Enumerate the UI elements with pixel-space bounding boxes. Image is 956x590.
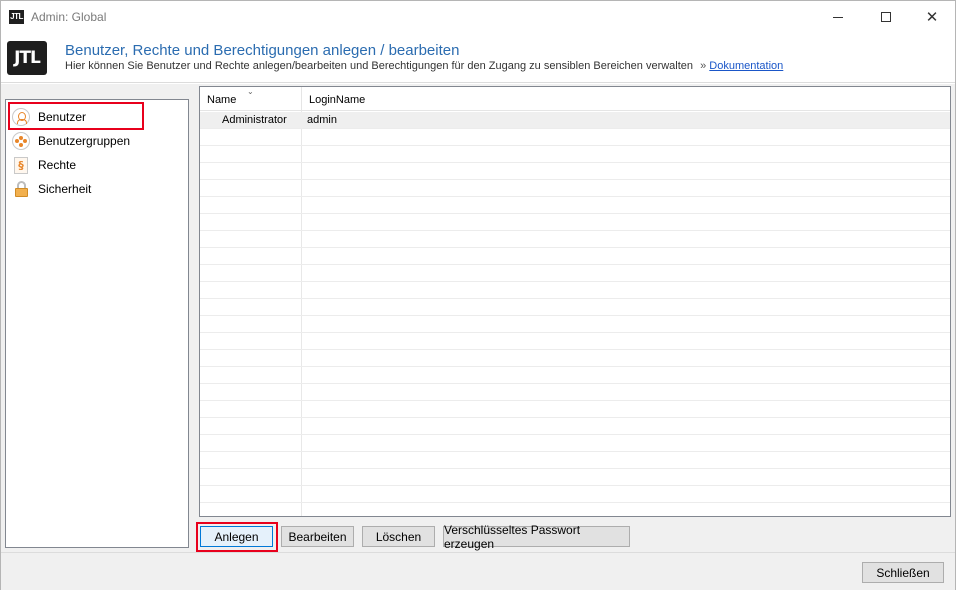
page-subtitle: Hier können Sie Benutzer und Rechte anle… (65, 60, 783, 72)
jtl-logo: JTL (7, 41, 47, 75)
user-icon (12, 108, 30, 126)
cell-name: Administrator (222, 114, 287, 126)
sidebar-item-sicherheit[interactable]: Sicherheit (12, 179, 182, 199)
window-title: Admin: Global (31, 10, 107, 24)
sort-indicator-icon: ⌄ (247, 87, 254, 96)
column-header-label: LoginName (309, 94, 366, 106)
empty-row (200, 367, 950, 384)
empty-row (200, 282, 950, 299)
title-bar[interactable]: JTL Admin: Global ✕ (1, 1, 955, 33)
close-window-button[interactable]: ✕ (909, 1, 955, 33)
link-prefix: » (700, 60, 707, 72)
empty-row (200, 231, 950, 248)
content-area: Benutzer Benutzergruppen § Rechte Sicher… (1, 84, 955, 552)
empty-row (200, 197, 950, 214)
empty-row (200, 384, 950, 401)
edit-button[interactable]: Bearbeiten (281, 526, 354, 547)
app-logo-icon: JTL (9, 10, 24, 24)
minimize-icon (833, 16, 843, 18)
empty-row (200, 452, 950, 469)
empty-row (200, 350, 950, 367)
sidebar-item-label: Rechte (38, 158, 77, 172)
maximize-button[interactable] (863, 1, 909, 33)
delete-button[interactable]: Löschen (362, 526, 435, 547)
table-row[interactable]: Administrator admin (200, 112, 950, 129)
empty-row (200, 486, 950, 503)
lock-icon (12, 180, 30, 198)
empty-row (200, 299, 950, 316)
empty-row (200, 469, 950, 486)
documentation-link[interactable]: Dokumentation (709, 60, 783, 72)
sidebar-item-benutzergruppen[interactable]: Benutzergruppen (12, 131, 182, 151)
paragraph-icon: § (12, 156, 30, 174)
table-body: Administrator admin (200, 112, 950, 516)
subtitle-text: Hier können Sie Benutzer und Rechte anle… (65, 60, 694, 72)
sidebar-item-label: Benutzergruppen (38, 134, 131, 148)
empty-row (200, 265, 950, 282)
column-header-name[interactable]: ⌄ Name (200, 87, 302, 111)
empty-row (200, 129, 950, 146)
table-header: ⌄ Name LoginName (200, 87, 950, 111)
sidebar-item-rechte[interactable]: § Rechte (12, 155, 182, 175)
generate-password-button[interactable]: Verschlüsseltes Passwort erzeugen (443, 523, 630, 551)
sidebar: Benutzer Benutzergruppen § Rechte Sicher… (5, 99, 189, 548)
empty-row (200, 214, 950, 231)
empty-row (200, 435, 950, 452)
admin-window: JTL Admin: Global ✕ JTL Benutzer, Rechte… (0, 0, 956, 590)
page-header: JTL Benutzer, Rechte und Berechtigungen … (1, 33, 955, 83)
minimize-button[interactable] (815, 1, 861, 33)
empty-row (200, 146, 950, 163)
empty-row (200, 401, 950, 418)
empty-row (200, 418, 950, 435)
user-table[interactable]: ⌄ Name LoginName Administrator admin (199, 86, 951, 517)
empty-row (200, 163, 950, 180)
empty-row (200, 333, 950, 350)
empty-row (200, 248, 950, 265)
empty-row (200, 503, 950, 516)
empty-row (200, 180, 950, 197)
cell-login: admin (307, 114, 337, 126)
sidebar-item-label: Benutzer (38, 110, 87, 124)
empty-row (200, 316, 950, 333)
maximize-icon (881, 12, 891, 22)
page-title: Benutzer, Rechte und Berechtigungen anle… (65, 42, 460, 59)
column-header-loginname[interactable]: LoginName (302, 87, 950, 111)
close-icon: ✕ (925, 8, 939, 26)
sidebar-item-label: Sicherheit (38, 182, 92, 196)
sidebar-item-benutzer[interactable]: Benutzer (12, 107, 182, 127)
footer: Schließen (1, 552, 955, 590)
create-button[interactable]: Anlegen (200, 526, 273, 547)
column-header-label: Name (207, 94, 237, 106)
user-group-icon (12, 132, 30, 150)
close-button[interactable]: Schließen (862, 562, 944, 583)
